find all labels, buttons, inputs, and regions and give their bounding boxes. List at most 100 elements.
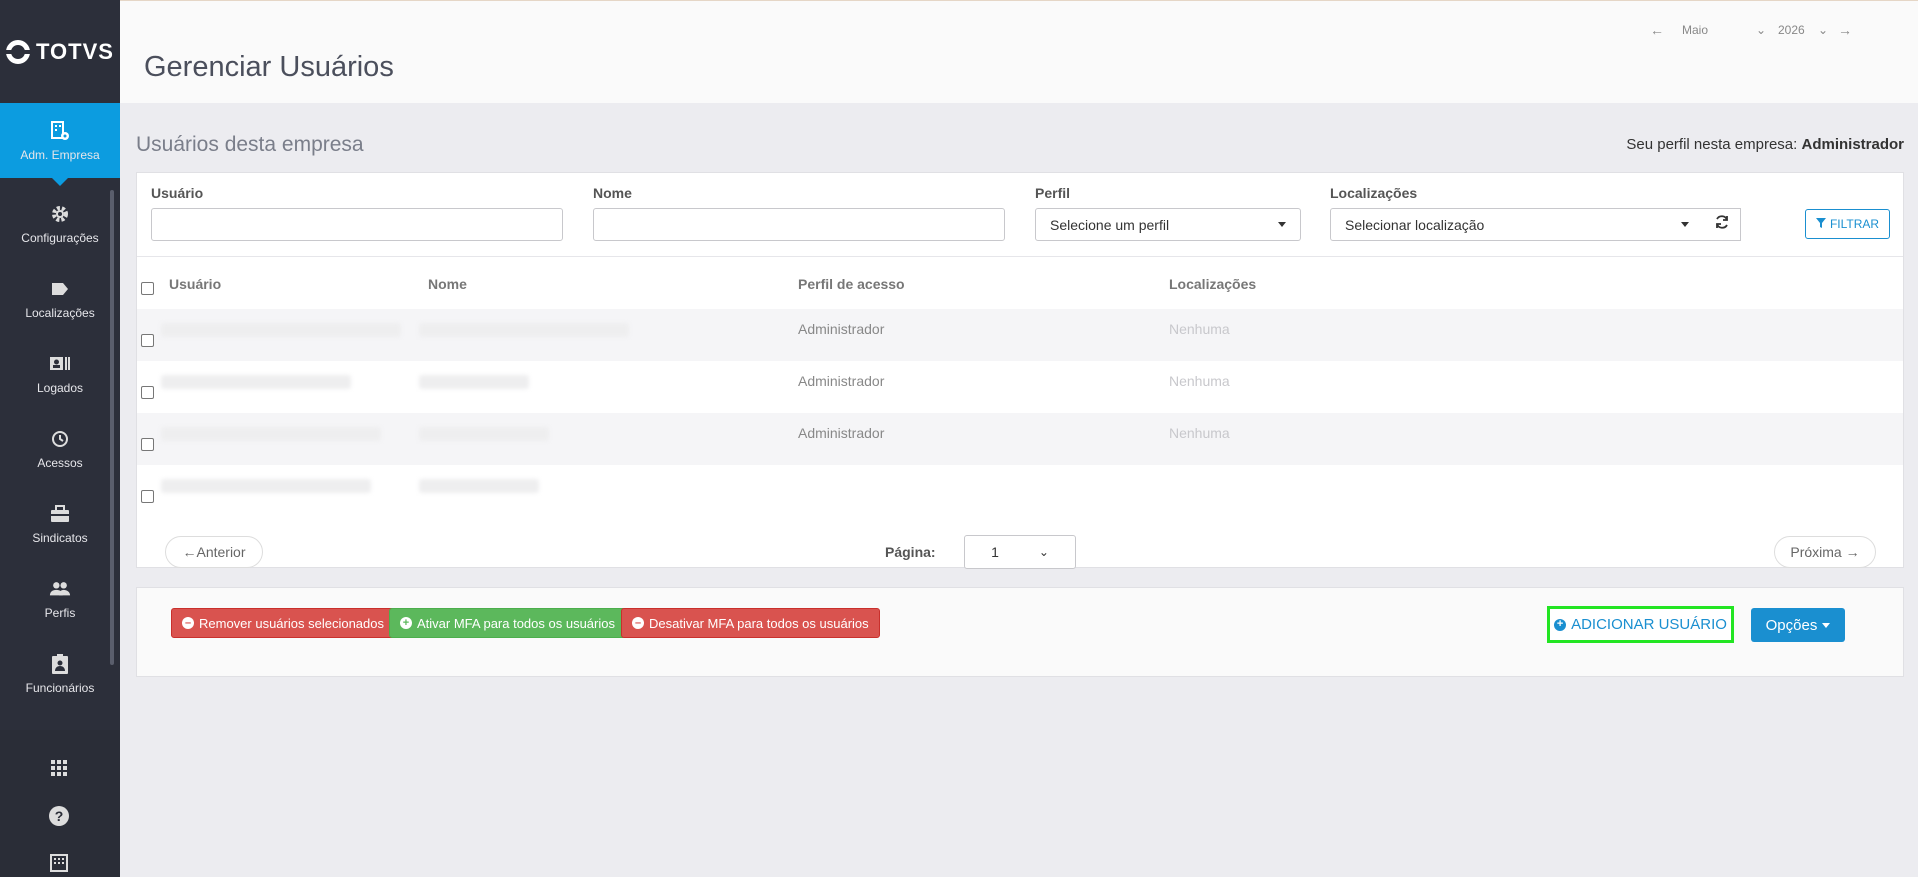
- redacted-nome: [419, 323, 629, 337]
- sidebar-item-logados[interactable]: Logados: [0, 336, 120, 411]
- add-user-label: ADICIONAR USUÁRIO: [1571, 616, 1727, 633]
- row-checkbox[interactable]: [141, 334, 154, 347]
- row-checkbox[interactable]: [141, 490, 154, 503]
- enable-mfa-button[interactable]: + Ativar MFA para todos os usuários: [389, 608, 626, 638]
- next-page-button[interactable]: Próxima →: [1774, 536, 1876, 568]
- id-card-icon: [49, 353, 71, 375]
- month-select[interactable]: Maio ⌄: [1682, 23, 1766, 37]
- sidebar: TOTVS Adm. Empresa Configurações Localiz…: [0, 0, 120, 877]
- pagination: ←Anterior Página: 1 ⌄ Próxima →: [137, 535, 1903, 569]
- sidebar-item-adm-empresa[interactable]: Adm. Empresa: [0, 103, 120, 186]
- row-checkbox[interactable]: [141, 386, 154, 399]
- sidebar-item-label: Logados: [36, 380, 84, 395]
- page-select[interactable]: 1 ⌄: [964, 535, 1076, 569]
- sidebar-item-configuracoes[interactable]: Configurações: [0, 186, 120, 261]
- redacted-nome: [419, 479, 539, 493]
- remove-selected-users-button[interactable]: – Remover usuários selecionados: [171, 608, 395, 638]
- redacted-nome: [419, 375, 529, 389]
- svg-text:?: ?: [55, 808, 64, 824]
- previous-page-button[interactable]: ←Anterior: [165, 536, 263, 568]
- column-header-usuario: Usuário: [169, 276, 222, 292]
- add-user-button[interactable]: + ADICIONAR USUÁRIO: [1547, 606, 1734, 643]
- localizacoes-filter-label: Localizações: [1330, 185, 1418, 201]
- users-panel: Usuário Nome Perfil Selecione um perfil …: [136, 172, 1904, 569]
- perfil-filter-label: Perfil: [1035, 185, 1071, 201]
- refresh-icon: [1714, 214, 1730, 235]
- tag-icon: [49, 278, 71, 300]
- arrow-right-icon[interactable]: →: [1836, 21, 1854, 39]
- funnel-icon: [1815, 217, 1826, 231]
- filter-button-label: FILTRAR: [1829, 217, 1880, 231]
- perfil-select[interactable]: Selecione um perfil: [1035, 208, 1301, 241]
- localizacoes-cell: Nenhuma: [1169, 321, 1230, 337]
- chevron-down-icon: ⌄: [1755, 23, 1766, 37]
- chevron-down-icon: ⌄: [1038, 545, 1049, 559]
- sidebar-item-funcionarios[interactable]: Funcionários: [0, 636, 120, 711]
- refresh-locations-button[interactable]: [1703, 208, 1741, 241]
- sidebar-item-perfis[interactable]: Perfis: [0, 561, 120, 636]
- sidebar-item-label: Adm. Empresa: [20, 147, 100, 162]
- select-all-checkbox[interactable]: [141, 282, 154, 295]
- sidebar-item-label: Configurações: [21, 230, 99, 245]
- gear-icon: [49, 203, 71, 225]
- sidebar-item-sindicatos[interactable]: Sindicatos: [0, 486, 120, 561]
- help-icon[interactable]: ?: [48, 805, 70, 827]
- table-row[interactable]: [137, 465, 1903, 517]
- page-title: Gerenciar Usuários: [144, 51, 394, 83]
- usuario-filter-input[interactable]: [151, 208, 563, 241]
- sidebar-scrollbar[interactable]: [110, 190, 114, 665]
- minus-circle-icon: –: [182, 617, 194, 629]
- page-value: 1: [991, 544, 999, 560]
- apps-grid-icon[interactable]: [48, 757, 70, 779]
- column-header-perfil: Perfil de acesso: [798, 276, 905, 292]
- sidebar-item-label: Localizações: [25, 305, 95, 320]
- table-row[interactable]: Administrador Nenhuma: [137, 309, 1903, 361]
- nome-filter-label: Nome: [593, 185, 632, 201]
- actions-bar: – Remover usuários selecionados + Ativar…: [136, 587, 1904, 677]
- localizacoes-selected: Selecionar localização: [1345, 216, 1485, 233]
- enable-mfa-label: Ativar MFA para todos os usuários: [417, 615, 615, 631]
- chevron-down-icon: ⌄: [1817, 23, 1828, 37]
- redacted-nome: [419, 427, 549, 441]
- profile-value: Administrador: [1801, 136, 1904, 153]
- totvs-logo-icon: [5, 39, 32, 64]
- sidebar-item-label: Perfis: [44, 605, 76, 620]
- month-value: Maio: [1682, 23, 1709, 37]
- redacted-usuario: [161, 323, 401, 337]
- redacted-usuario: [161, 479, 371, 493]
- table-header: Usuário Nome Perfil de acesso Localizaçõ…: [137, 257, 1903, 309]
- chevron-down-icon: [1278, 222, 1286, 227]
- perfil-selected: Selecione um perfil: [1050, 216, 1170, 233]
- localizacoes-select[interactable]: Selecionar localização: [1330, 208, 1704, 241]
- company-building-icon[interactable]: [48, 852, 70, 874]
- plus-circle-icon: +: [1554, 618, 1567, 631]
- building-gear-icon: [49, 120, 71, 142]
- minus-circle-icon: –: [632, 617, 644, 629]
- disable-mfa-button[interactable]: – Desativar MFA para todos os usuários: [621, 608, 880, 638]
- chevron-down-icon: [1681, 222, 1689, 227]
- options-dropdown-button[interactable]: Opções: [1751, 608, 1845, 642]
- row-checkbox[interactable]: [141, 438, 154, 451]
- logo-text: TOTVS: [36, 38, 114, 64]
- profile-label: Seu perfil nesta empresa:: [1626, 136, 1798, 153]
- page-label: Página:: [885, 544, 936, 560]
- history-icon: [49, 428, 71, 450]
- localizacoes-cell: Nenhuma: [1169, 373, 1230, 389]
- plus-circle-icon: +: [400, 617, 412, 629]
- logo[interactable]: TOTVS: [0, 0, 120, 103]
- column-header-nome: Nome: [428, 276, 467, 292]
- table-row[interactable]: Administrador Nenhuma: [137, 413, 1903, 465]
- users-icon: [49, 578, 71, 600]
- nome-filter-input[interactable]: [593, 208, 1005, 241]
- table-row[interactable]: Administrador Nenhuma: [137, 361, 1903, 413]
- briefcase-icon: [49, 503, 71, 525]
- filter-button[interactable]: FILTRAR: [1805, 209, 1890, 239]
- sidebar-item-localizacoes[interactable]: Localizações: [0, 261, 120, 336]
- arrow-left-icon[interactable]: ←: [1648, 21, 1666, 39]
- sidebar-item-acessos[interactable]: Acessos: [0, 411, 120, 486]
- filter-bar: Usuário Nome Perfil Selecione um perfil …: [137, 173, 1903, 257]
- year-select[interactable]: 2026 ⌄: [1778, 23, 1828, 37]
- profile-info: Seu perfil nesta empresa: Administrador: [1626, 136, 1904, 153]
- month-navigator: ← Maio ⌄ 2026 ⌄ →: [1648, 21, 1854, 39]
- sidebar-bottom: ?: [0, 730, 120, 877]
